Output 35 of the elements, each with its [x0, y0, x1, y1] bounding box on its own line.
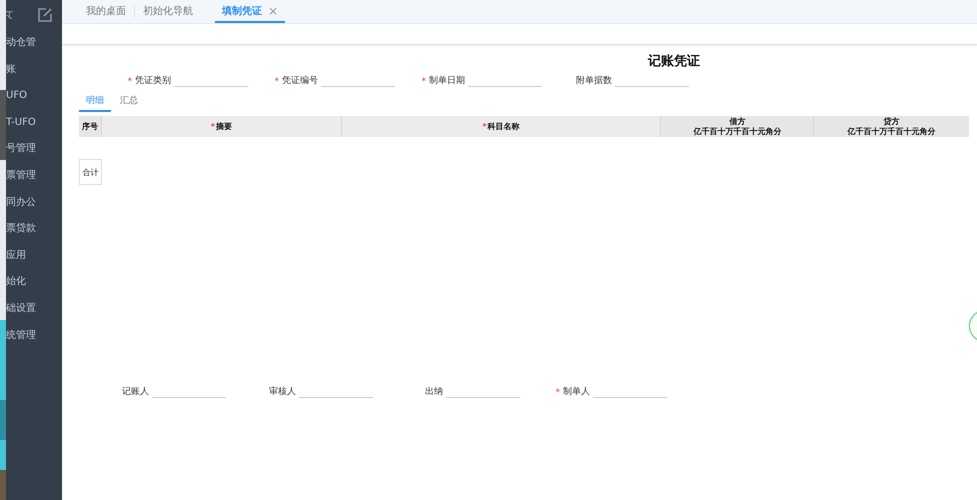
- sidebar-item[interactable]: 账: [6, 56, 62, 84]
- sidebar-item[interactable]: 同办公: [6, 190, 62, 216]
- field-label: 出纳: [425, 386, 443, 398]
- field-label: 凭证类别: [135, 74, 171, 87]
- required-mark: *: [422, 77, 426, 87]
- tab[interactable]: 汇总: [113, 92, 145, 112]
- field-label: 制单人: [563, 386, 590, 398]
- tab[interactable]: 初始化导航: [135, 0, 201, 23]
- field-label: 凭证编号: [282, 74, 318, 87]
- required-mark: *: [128, 77, 132, 87]
- field-label: 记账人: [122, 386, 149, 398]
- sidebar-item[interactable]: T-UFO: [6, 110, 62, 136]
- required-mark: *: [556, 388, 560, 398]
- tab[interactable]: 我的桌面: [78, 0, 134, 23]
- edit-icon[interactable]: [38, 8, 52, 22]
- required-mark: *: [274, 77, 279, 87]
- sidebar-item[interactable]: 号管理: [6, 136, 62, 163]
- field-label: 附单据数: [576, 74, 612, 87]
- column-header: 借方 亿千百十万千百十元角分: [661, 116, 814, 137]
- sidebar-item[interactable]: 础设置: [6, 296, 62, 323]
- sidebar-item[interactable]: 应用: [6, 242, 62, 270]
- column-header: 贷方 亿千百十万千百十元角分: [846, 116, 937, 137]
- voucher-title: 记账凭证: [648, 53, 700, 70]
- sidebar-item[interactable]: 票贷款: [6, 216, 62, 243]
- sidebar-item[interactable]: 统管理: [6, 322, 62, 350]
- sidebar-item[interactable]: 票管理: [6, 162, 62, 190]
- column-header: *摘要: [102, 116, 342, 137]
- column-header: *科目名称: [342, 116, 662, 137]
- sidebar-item[interactable]: 动仓管: [6, 30, 62, 57]
- tab[interactable]: 明细: [79, 92, 111, 112]
- total-button[interactable]: 合计: [79, 159, 102, 185]
- sidebar-item[interactable]: 始化: [6, 269, 62, 296]
- field-label: 审核人: [269, 386, 296, 398]
- sidebar-item[interactable]: UFO: [6, 83, 62, 110]
- field-label: 制单日期: [429, 74, 465, 87]
